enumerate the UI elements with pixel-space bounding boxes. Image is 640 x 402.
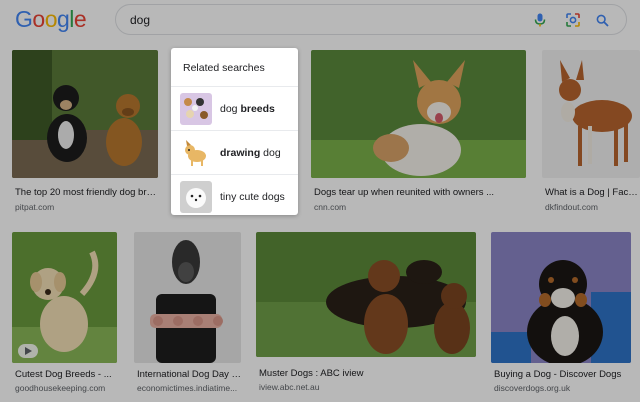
related-search-label[interactable]: dog breeds [220, 103, 275, 115]
dim-overlay [0, 0, 640, 402]
related-search-item[interactable]: dog breeds [171, 86, 298, 130]
related-thumbnail [180, 180, 212, 213]
related-search-item[interactable]: tiny cute dogs [171, 174, 298, 218]
related-plain-text: dog [260, 146, 281, 159]
related-thumbnail [180, 92, 212, 125]
related-bold-text: breeds [240, 102, 275, 115]
related-thumbnail [180, 136, 212, 169]
related-searches-heading: Related searches [183, 62, 265, 74]
related-plain-text: dog [220, 102, 241, 115]
related-searches-card: Related searches dog breeds drawing dog [171, 48, 298, 215]
related-search-label[interactable]: drawing dog [220, 147, 281, 159]
related-plain-text: tiny cute dogs [220, 190, 285, 203]
related-search-label[interactable]: tiny cute dogs [220, 191, 285, 203]
related-search-item[interactable]: drawing dog [171, 130, 298, 174]
related-bold-text: drawing [220, 146, 261, 159]
